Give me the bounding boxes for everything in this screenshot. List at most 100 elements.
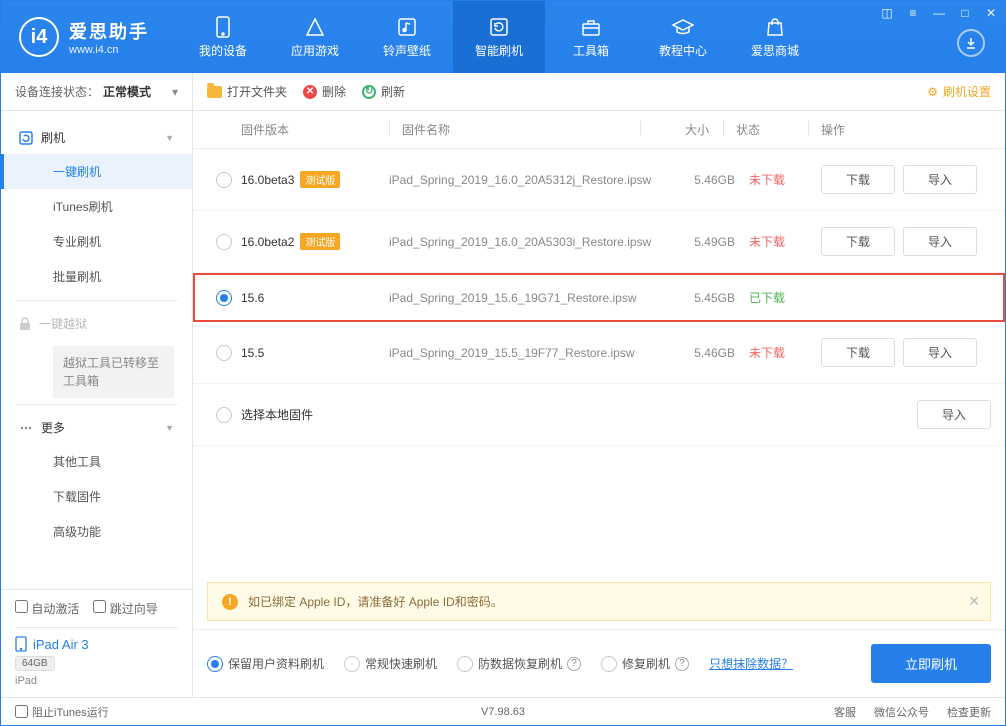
section-label: 更多 [41,419,65,436]
apple-id-notice: ! 如已绑定 Apple ID，请准备好 Apple ID和密码。 ✕ [207,582,991,621]
local-firmware-row: 选择本地固件 导入 [193,384,1005,446]
sidebar-item-batch-flash[interactable]: 批量刷机 [1,259,192,294]
firmware-radio[interactable] [216,172,232,188]
firmware-status: 未下载 [749,171,821,188]
firmware-size: 5.45GB [679,291,749,305]
firmware-version: 15.6 [241,291,389,305]
refresh-button[interactable]: ↻ 刷新 [362,83,405,100]
notice-text: 如已绑定 Apple ID，请准备好 Apple ID和密码。 [248,593,503,610]
device-name[interactable]: iPad Air 3 [15,636,178,652]
flash-icon [19,131,33,145]
section-label: 一键越狱 [39,315,87,332]
flash-settings-button[interactable]: ⚙ 刷机设置 [927,83,991,100]
main-content: 打开文件夹 ✕ 删除 ↻ 刷新 ⚙ 刷机设置 固件版本 固件名称 大小 状态 [193,73,1005,697]
open-folder-button[interactable]: 打开文件夹 [207,83,287,100]
nav-ringtones[interactable]: 铃声壁纸 [361,1,453,73]
firmware-version: 15.5 [241,346,389,360]
apps-icon [303,16,327,38]
beta-tag: 测试版 [300,171,340,188]
import-button[interactable]: 导入 [903,227,977,256]
download-button[interactable]: 下载 [821,338,895,367]
block-itunes-checkbox[interactable]: 阻止iTunes运行 [15,704,109,720]
import-button[interactable]: 导入 [903,338,977,367]
sidebar-section-flash[interactable]: 刷机 ▼ [1,121,192,154]
nav-apps[interactable]: 应用游戏 [269,1,361,73]
header: i4 爱思助手 www.i4.cn 我的设备 应用游戏 铃声壁纸 智能刷机 工具… [1,1,1005,73]
sidebar-item-itunes-flash[interactable]: iTunes刷机 [1,189,192,224]
firmware-radio[interactable] [216,234,232,250]
close-button[interactable]: ✕ [983,5,999,21]
import-button[interactable]: 导入 [917,400,991,429]
firmware-list: 16.0beta3测试版 iPad_Spring_2019_16.0_20A53… [193,149,1005,384]
firmware-radio[interactable] [216,290,232,306]
chevron-down-icon: ▼ [165,133,174,143]
gear-icon: ⚙ [927,85,938,99]
local-fw-label: 选择本地固件 [241,406,389,423]
sidebar-item-pro-flash[interactable]: 专业刷机 [1,224,192,259]
status-label: 设备连接状态： [15,83,99,100]
refresh-icon: ↻ [362,85,376,99]
help-icon[interactable]: ? [567,657,581,671]
window-controls: ◫ ≡ — □ ✕ [879,5,999,21]
delete-button[interactable]: ✕ 删除 [303,83,346,100]
opt-normal[interactable]: 常规快速刷机 [344,655,437,672]
wechat-link[interactable]: 微信公众号 [874,704,929,720]
firmware-version: 16.0beta3测试版 [241,171,389,188]
import-button[interactable]: 导入 [903,165,977,194]
firmware-status: 未下载 [749,344,821,361]
device-status-bar[interactable]: 设备连接状态： 正常模式 ▾ [1,73,192,111]
download-manager-button[interactable] [957,29,985,57]
app-url: www.i4.cn [69,44,149,56]
sidebar-item-advanced[interactable]: 高级功能 [1,514,192,549]
skip-guide-checkbox[interactable]: 跳过向导 [93,600,157,617]
chevron-down-icon: ▼ [165,423,174,433]
device-storage: 64GB [15,656,55,671]
flash-now-button[interactable]: 立即刷机 [871,644,991,683]
sidebar-section-jailbreak: 一键越狱 [1,307,192,340]
col-name: 固件名称 [402,121,640,138]
nav-flash[interactable]: 智能刷机 [453,1,545,73]
device-info: iPad Air 3 64GB iPad [15,627,178,687]
sidebar-item-oneclick-flash[interactable]: 一键刷机 [1,154,192,189]
flash-options-bar: 保留用户资料刷机 常规快速刷机 防数据恢复刷机? 修复刷机? 只想抹除数据？ 立… [193,629,1005,697]
opt-repair[interactable]: 修复刷机? [601,655,689,672]
more-icon [19,421,33,435]
auto-activate-checkbox[interactable]: 自动激活 [15,600,79,617]
minimize-button[interactable]: — [931,5,947,21]
firmware-name: iPad_Spring_2019_15.5_19F77_Restore.ipsw [389,346,679,360]
app-version: V7.98.63 [481,706,525,718]
notice-close-button[interactable]: ✕ [968,593,980,610]
firmware-radio[interactable] [216,345,232,361]
sidebar-section-more[interactable]: 更多 ▼ [1,411,192,444]
maximize-button[interactable]: □ [957,5,973,21]
opt-recovery[interactable]: 防数据恢复刷机? [457,655,581,672]
help-icon[interactable]: ? [675,657,689,671]
nav-my-device[interactable]: 我的设备 [177,1,269,73]
check-update-link[interactable]: 检查更新 [947,704,991,720]
sidebar-item-other-tools[interactable]: 其他工具 [1,444,192,479]
device-icon [211,16,235,38]
support-link[interactable]: 客服 [834,704,856,720]
firmware-name: iPad_Spring_2019_16.0_20A5303i_Restore.i… [389,235,679,249]
opt-keep-data[interactable]: 保留用户资料刷机 [207,655,324,672]
menu-button[interactable]: ≡ [905,5,921,21]
skin-button[interactable]: ◫ [879,5,895,21]
firmware-version: 16.0beta2测试版 [241,233,389,250]
nav-tutorials[interactable]: 教程中心 [637,1,729,73]
folder-icon [207,86,222,98]
nav-label: 工具箱 [573,42,609,59]
nav-toolbox[interactable]: 工具箱 [545,1,637,73]
download-button[interactable]: 下载 [821,227,895,256]
sidebar-item-download-fw[interactable]: 下载固件 [1,479,192,514]
nav-store[interactable]: 爱思商城 [729,1,821,73]
nav-tabs: 我的设备 应用游戏 铃声壁纸 智能刷机 工具箱 教程中心 爱思商城 [177,1,821,73]
bag-icon [763,16,787,38]
chevron-down-icon: ▾ [172,85,178,99]
device-type: iPad [15,675,178,687]
firmware-name: iPad_Spring_2019_15.6_19G71_Restore.ipsw [389,291,679,305]
download-button[interactable]: 下载 [821,165,895,194]
erase-data-link[interactable]: 只想抹除数据？ [709,655,793,672]
jailbreak-note: 越狱工具已转移至工具箱 [53,346,174,398]
local-fw-radio[interactable] [216,407,232,423]
graduation-icon [671,16,695,38]
